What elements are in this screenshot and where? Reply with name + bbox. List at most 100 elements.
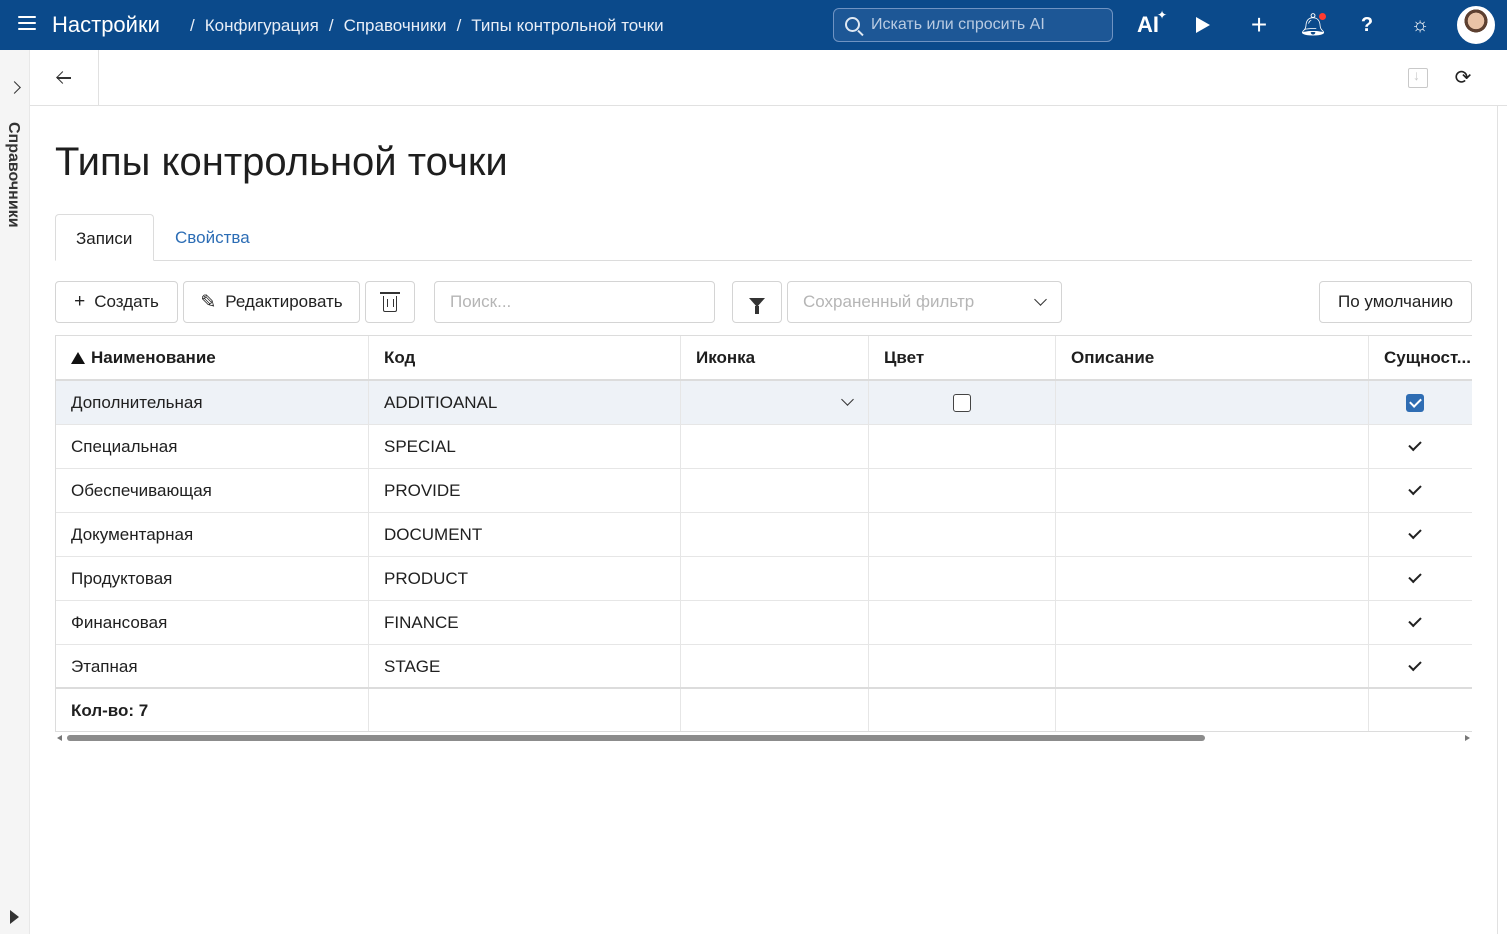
plus-icon[interactable]: + xyxy=(1244,9,1274,40)
cell-code[interactable]: STAGE xyxy=(369,645,681,688)
cell-entity[interactable] xyxy=(1369,381,1472,424)
help-icon[interactable]: ? xyxy=(1352,10,1382,40)
play-arrow-icon[interactable] xyxy=(10,910,19,924)
tab-records[interactable]: Записи xyxy=(55,214,154,261)
cell-icon[interactable] xyxy=(681,557,869,600)
table-row[interactable]: Специальная SPECIAL xyxy=(56,425,1472,469)
cell-color[interactable] xyxy=(869,645,1056,688)
cell-name[interactable]: Специальная xyxy=(56,425,369,468)
tabs: Записи Свойства xyxy=(55,214,1472,261)
color-checkbox[interactable] xyxy=(953,393,971,412)
cell-entity[interactable] xyxy=(1369,425,1472,468)
back-button[interactable] xyxy=(30,50,99,105)
cell-color[interactable] xyxy=(869,381,1056,424)
scroll-left-icon[interactable] xyxy=(57,735,62,741)
refresh-icon[interactable]: ⟳ xyxy=(1451,65,1475,89)
bell-icon[interactable]: 🔔︎ xyxy=(1298,10,1328,40)
cell-entity[interactable] xyxy=(1369,557,1472,600)
page-scrollbar[interactable] xyxy=(1497,106,1507,934)
left-panel: Справочники xyxy=(0,50,30,934)
checkmark-icon xyxy=(1407,657,1422,672)
filter-icon xyxy=(749,297,765,314)
expand-panel-icon[interactable] xyxy=(7,80,23,96)
cell-name[interactable]: Продуктовая xyxy=(56,557,369,600)
cell-code[interactable]: SPECIAL xyxy=(369,425,681,468)
cell-entity[interactable] xyxy=(1369,513,1472,556)
cell-icon[interactable] xyxy=(681,601,869,644)
cell-description[interactable] xyxy=(1056,381,1369,424)
cell-name[interactable]: Обеспечивающая xyxy=(56,469,369,512)
play-icon[interactable] xyxy=(1188,10,1218,40)
ai-icon[interactable]: AI ✦ xyxy=(1133,8,1167,40)
pencil-icon: ✎ xyxy=(200,291,217,313)
cell-entity[interactable] xyxy=(1369,601,1472,644)
menu-icon[interactable] xyxy=(18,16,36,34)
table-row[interactable]: Дополнительная ADDITIOANAL xyxy=(56,381,1472,425)
table-row[interactable]: Этапная STAGE xyxy=(56,645,1472,689)
footer-cell xyxy=(681,689,869,731)
sort-ascending-icon xyxy=(71,351,85,364)
column-header-icon[interactable]: Иконка xyxy=(681,336,869,379)
cell-description[interactable] xyxy=(1056,557,1369,600)
horizontal-scrollbar[interactable] xyxy=(55,733,1472,743)
page-title: Типы контрольной точки xyxy=(55,140,508,184)
column-header-description[interactable]: Описание xyxy=(1056,336,1369,379)
cell-name[interactable]: Финансовая xyxy=(56,601,369,644)
cell-code[interactable]: ADDITIOANAL xyxy=(369,381,681,424)
cell-description[interactable] xyxy=(1056,513,1369,556)
icon-select[interactable] xyxy=(681,381,869,424)
table-row[interactable]: Продуктовая PRODUCT xyxy=(56,557,1472,601)
cell-entity[interactable] xyxy=(1369,645,1472,688)
cell-name[interactable]: Дополнительная xyxy=(56,381,369,424)
cell-icon[interactable] xyxy=(681,513,869,556)
grid-footer: Кол-во: 7 xyxy=(56,687,1472,731)
cell-description[interactable] xyxy=(1056,601,1369,644)
tab-properties[interactable]: Свойства xyxy=(155,214,270,261)
cell-name[interactable]: Документарная xyxy=(56,513,369,556)
column-header-name[interactable]: Наименование xyxy=(56,336,369,379)
cell-code[interactable]: PROVIDE xyxy=(369,469,681,512)
cell-name[interactable]: Этапная xyxy=(56,645,369,688)
cell-code[interactable]: PRODUCT xyxy=(369,557,681,600)
entity-checkbox[interactable] xyxy=(1405,393,1424,412)
app-title[interactable]: Настройки xyxy=(52,12,160,38)
delete-button[interactable] xyxy=(365,281,415,323)
column-header-code[interactable]: Код xyxy=(369,336,681,379)
cell-entity[interactable] xyxy=(1369,469,1472,512)
cell-icon[interactable] xyxy=(681,645,869,688)
breadcrumb-item-configuration[interactable]: Конфигурация xyxy=(205,16,319,36)
chevron-down-icon xyxy=(1034,293,1047,306)
sun-icon[interactable]: ☼ xyxy=(1405,10,1435,40)
left-panel-label[interactable]: Справочники xyxy=(4,122,22,228)
cell-color[interactable] xyxy=(869,557,1056,600)
create-button[interactable]: + Создать xyxy=(55,281,178,323)
cell-color[interactable] xyxy=(869,469,1056,512)
cell-color[interactable] xyxy=(869,425,1056,468)
default-view-button[interactable]: По умолчанию xyxy=(1319,281,1472,323)
cell-description[interactable] xyxy=(1056,425,1369,468)
breadcrumb-item-directories[interactable]: Справочники xyxy=(344,16,447,36)
grid-search-input[interactable] xyxy=(434,281,715,323)
scroll-right-icon[interactable] xyxy=(1465,735,1470,741)
column-header-entity[interactable]: Сущност... xyxy=(1369,336,1472,379)
filter-button[interactable] xyxy=(732,281,782,323)
avatar[interactable] xyxy=(1457,6,1495,44)
cell-description[interactable] xyxy=(1056,469,1369,512)
scrollbar-thumb[interactable] xyxy=(67,735,1205,741)
edit-button[interactable]: ✎ Редактировать xyxy=(183,281,360,323)
cell-code[interactable]: FINANCE xyxy=(369,601,681,644)
table-row[interactable]: Финансовая FINANCE xyxy=(56,601,1472,645)
cell-color[interactable] xyxy=(869,601,1056,644)
trash-icon xyxy=(380,292,400,312)
cell-icon[interactable] xyxy=(681,469,869,512)
saved-filter-select[interactable]: Сохраненный фильтр xyxy=(787,281,1062,323)
cell-icon[interactable] xyxy=(681,425,869,468)
global-search-input[interactable] xyxy=(871,13,1106,37)
cell-description[interactable] xyxy=(1056,645,1369,688)
cell-color[interactable] xyxy=(869,513,1056,556)
table-row[interactable]: Документарная DOCUMENT xyxy=(56,513,1472,557)
grid-header: Наименование Код Иконка Цвет Описание Су… xyxy=(56,336,1472,381)
cell-code[interactable]: DOCUMENT xyxy=(369,513,681,556)
table-row[interactable]: Обеспечивающая PROVIDE xyxy=(56,469,1472,513)
column-header-color[interactable]: Цвет xyxy=(869,336,1056,379)
